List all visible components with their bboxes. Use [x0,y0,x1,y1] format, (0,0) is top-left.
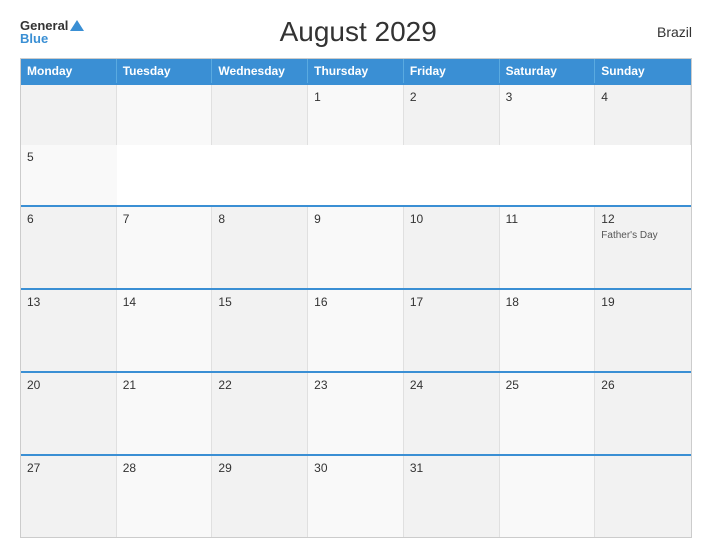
calendar-cell: 5 [21,145,117,205]
calendar-cell: 22 [212,373,308,454]
calendar-cell: 30 [308,456,404,537]
day-number: 8 [218,212,301,226]
day-number: 12 [601,212,685,226]
calendar-page: General Blue August 2029 Brazil MondayTu… [0,0,712,550]
calendar-cell: 11 [500,207,596,288]
calendar-row: 1234 5 [21,83,691,205]
day-number: 19 [601,295,685,309]
calendar-cell: 4 [595,85,691,145]
day-number: 5 [27,150,111,164]
calendar-cell: 18 [500,290,596,371]
weekday-header: Saturday [500,59,596,83]
day-number: 22 [218,378,301,392]
weekday-header: Friday [404,59,500,83]
calendar-row: 6789 10 11 12 Father's Day [21,205,691,288]
calendar-cell [500,456,596,537]
calendar-cell: 16 [308,290,404,371]
calendar-cell: 6 [21,207,117,288]
calendar-cell: 3 [500,85,596,145]
header: General Blue August 2029 Brazil [20,16,692,48]
calendar-cell: 27 [21,456,117,537]
day-number: 1 [314,90,397,104]
day-number: 4 [601,90,684,104]
logo-triangle-icon [70,20,84,31]
weekday-header: Wednesday [212,59,308,83]
day-number: 2 [410,90,493,104]
day-number: 21 [123,378,206,392]
day-number: 15 [218,295,301,309]
day-number: 29 [218,461,301,475]
calendar-cell [212,85,308,145]
day-number: 16 [314,295,397,309]
calendar-cell [117,85,213,145]
day-number: 31 [410,461,493,475]
day-number: 25 [506,378,589,392]
calendar-cell: 25 [500,373,596,454]
day-number: 10 [410,212,493,226]
calendar-cell [21,85,117,145]
calendar-body: 123456789101112Father's Day1314151617181… [21,83,691,537]
calendar-cell: 23 [308,373,404,454]
day-number: 30 [314,461,397,475]
weekday-header: Thursday [308,59,404,83]
logo: General Blue [20,19,84,45]
calendar-cell: 29 [212,456,308,537]
calendar-cell: 9 [308,207,404,288]
calendar-cell: 17 [404,290,500,371]
calendar-header: MondayTuesdayWednesdayThursdayFridaySatu… [21,59,691,83]
calendar-cell: 24 [404,373,500,454]
day-number: 6 [27,212,110,226]
month-title: August 2029 [84,16,632,48]
calendar-row: 13 14 15 16 17 18 19 [21,288,691,371]
weekday-header: Monday [21,59,117,83]
weekday-header: Sunday [595,59,691,83]
calendar-row: 27 28 29 30 31 [21,454,691,537]
country-label: Brazil [632,24,692,40]
calendar-cell: 2 [404,85,500,145]
calendar-cell [595,456,691,537]
calendar: MondayTuesdayWednesdayThursdayFridaySatu… [20,58,692,538]
calendar-cell: 10 [404,207,500,288]
day-number: 23 [314,378,397,392]
day-number: 7 [123,212,206,226]
calendar-cell: 7 [117,207,213,288]
day-number: 17 [410,295,493,309]
day-number: 18 [506,295,589,309]
calendar-cell: 21 [117,373,213,454]
calendar-cell: 28 [117,456,213,537]
day-number: 28 [123,461,206,475]
day-number: 14 [123,295,206,309]
day-number: 26 [601,378,685,392]
calendar-cell: 8 [212,207,308,288]
day-number: 24 [410,378,493,392]
calendar-cell: 14 [117,290,213,371]
logo-blue-text: Blue [20,32,48,45]
calendar-cell: 20 [21,373,117,454]
calendar-cell: 31 [404,456,500,537]
weekday-header: Tuesday [117,59,213,83]
day-number: 11 [506,212,589,226]
calendar-row: 20 21 22 23 24 25 26 [21,371,691,454]
day-number: 9 [314,212,397,226]
calendar-cell: 12 Father's Day [595,207,691,288]
calendar-cell: 26 [595,373,691,454]
day-number: 13 [27,295,110,309]
calendar-cell: 15 [212,290,308,371]
calendar-cell: 19 [595,290,691,371]
day-event: Father's Day [601,229,685,242]
day-number: 20 [27,378,110,392]
calendar-cell: 13 [21,290,117,371]
day-number: 27 [27,461,110,475]
calendar-cell: 1 [308,85,404,145]
day-number: 3 [506,90,589,104]
